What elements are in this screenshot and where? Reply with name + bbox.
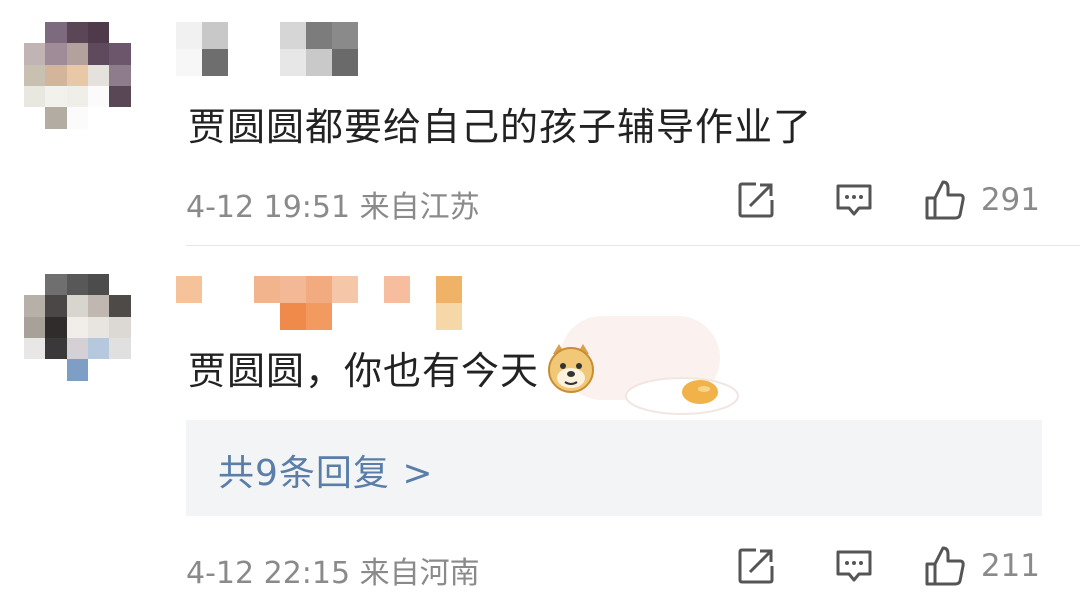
thumbs-up-icon [925,180,965,220]
comment-icon [836,550,872,582]
username[interactable] [176,22,358,76]
comment-item: 贾圆圆都要给自己的孩子辅导作业了 4-12 19:51 来自江苏 291 [0,0,1080,246]
timestamp: 4-12 22:15 来自河南 [186,556,480,591]
like-count: 291 [980,182,1040,218]
thumbs-up-icon [925,546,965,586]
timestamp: 4-12 19:51 来自江苏 [186,190,480,225]
comment-meta: 4-12 22:15 来自河南 211 [186,544,1040,591]
share-icon [738,548,774,584]
replies-link[interactable]: 共9条回复 > [218,444,434,496]
doge-emoji-icon [548,344,595,393]
username[interactable] [176,276,462,330]
share-button[interactable] [736,178,776,222]
fried-egg-icon [625,377,739,415]
comment-button[interactable] [834,544,874,588]
comment-icon [836,184,872,216]
comment-text: 贾圆圆，你也有今天 [188,340,597,395]
share-button[interactable] [736,544,776,588]
view-replies-button[interactable]: 共9条回复 > [186,420,1042,516]
share-icon [738,182,774,218]
avatar[interactable] [24,274,152,402]
like-button[interactable]: 211 [923,544,1040,588]
comment-item: 贾圆圆，你也有今天 共9条回复 > 4-12 22:15 来自河南 211 [0,246,1080,600]
avatar[interactable] [24,22,152,150]
like-button[interactable]: 291 [923,178,1040,222]
comment-meta: 4-12 19:51 来自江苏 291 [186,178,1040,225]
comment-text: 贾圆圆都要给自己的孩子辅导作业了 [188,105,813,149]
comment-button[interactable] [834,178,874,222]
like-count: 211 [980,548,1040,584]
